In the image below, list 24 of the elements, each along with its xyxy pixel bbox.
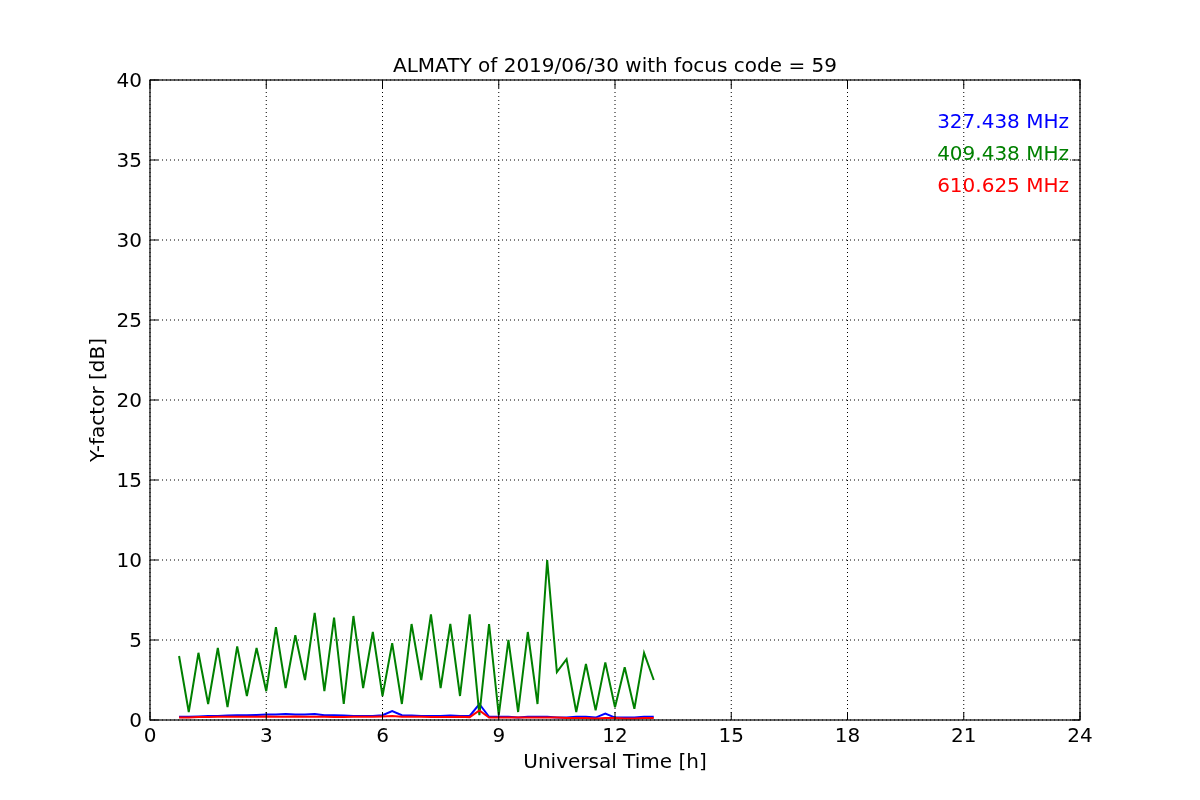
tick-label: 40 [116, 68, 142, 92]
tick-label: 9 [492, 723, 506, 747]
tick-label: 30 [116, 228, 142, 252]
tick-label: 24 [1067, 723, 1093, 747]
tick-label: 20 [116, 388, 142, 412]
axis-label: Universal Time [h] [523, 749, 707, 773]
chart-title: ALMATY of 2019/06/30 with focus code = 59 [393, 53, 837, 77]
tick-label: 15 [116, 468, 142, 492]
tick-label: 15 [718, 723, 744, 747]
tick-label: 21 [951, 723, 977, 747]
tick-label: 12 [602, 723, 628, 747]
tick-label: 6 [376, 723, 389, 747]
legend-label: 327.438 MHz [937, 109, 1069, 133]
tick-label: 0 [143, 723, 157, 747]
legend-label: 610.625 MHz [937, 173, 1069, 197]
tick-label: 18 [834, 723, 861, 747]
tick-label: 25 [116, 308, 142, 332]
tick-label: 5 [129, 628, 142, 652]
tick-label: 3 [259, 723, 273, 747]
axis-label: Y-factor [dB] [85, 338, 109, 462]
tick-label: 35 [116, 148, 142, 172]
tick-label: 10 [116, 548, 142, 572]
legend-label: 409.438 MHz [937, 141, 1069, 165]
tick-label: 0 [129, 708, 142, 732]
